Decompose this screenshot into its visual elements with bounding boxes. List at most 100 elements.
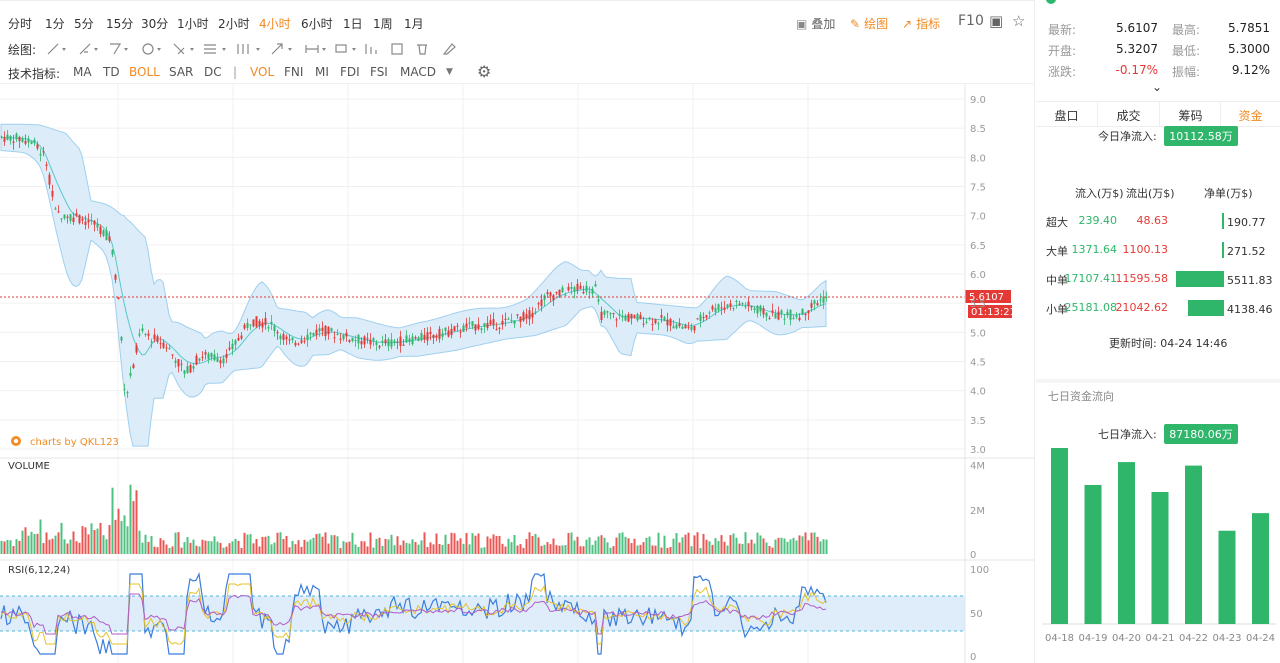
volume-bar: [210, 541, 213, 554]
candle-body: [642, 323, 645, 325]
volume-bar: [765, 542, 768, 554]
volume-bar: [525, 539, 528, 554]
candle-body: [486, 323, 489, 328]
period-5[interactable]: 30分: [141, 15, 168, 32]
candle-body: [294, 342, 297, 346]
more-indicators-chevron-icon[interactable]: ▼: [446, 67, 453, 77]
indicator-boll[interactable]: BOLL: [129, 65, 160, 79]
volume-bar: [324, 532, 327, 554]
volume-bar: [228, 543, 231, 554]
candle-body: [120, 336, 123, 341]
tab-funds[interactable]: 资金: [1220, 107, 1280, 124]
period-4[interactable]: 15分: [106, 15, 133, 32]
candle-body: [666, 319, 669, 326]
volume-bar: [387, 539, 390, 554]
drawing-toolbar: 绘图:: [0, 38, 1035, 60]
volume-bar: [519, 544, 522, 554]
candle-body: [543, 295, 546, 300]
volume-bar: [120, 521, 123, 554]
latest-value: 5.6107: [1116, 21, 1158, 35]
layers-icon: ▣: [796, 17, 808, 31]
tab-chips[interactable]: 筹码: [1160, 107, 1221, 124]
indicator-fni[interactable]: FNI: [284, 65, 303, 79]
status-dot-icon: [1046, 0, 1056, 4]
indicator-sar[interactable]: SAR: [169, 65, 193, 79]
indicator-button[interactable]: ↗ 指标: [902, 15, 940, 32]
candle-body: [696, 318, 699, 320]
low-value: 5.3000: [1228, 42, 1270, 56]
settings-gear-icon[interactable]: ⚙: [477, 62, 491, 81]
candle-body: [390, 339, 393, 347]
draw-button[interactable]: ✎ 绘图: [850, 15, 888, 32]
overlay-button[interactable]: ▣ 叠加: [796, 15, 835, 32]
tab-trades[interactable]: 成交: [1098, 107, 1159, 124]
seven-day-date-label: 04-21: [1145, 633, 1174, 644]
candle-body: [186, 366, 189, 373]
indicator-mi[interactable]: MI: [315, 65, 329, 79]
period-7[interactable]: 2小时: [218, 15, 250, 32]
period-3[interactable]: 5分: [74, 15, 94, 32]
kline-chart-svg[interactable]: 5.6107 01:13:21 9.08.58.07.57.06.56.05.5…: [0, 84, 1035, 663]
candle-body: [435, 336, 438, 338]
volume-bar: [90, 523, 93, 554]
volume-bar: [315, 534, 318, 554]
period-8[interactable]: 4小时: [259, 15, 291, 32]
volume-bar: [459, 538, 462, 554]
candle-body: [327, 326, 330, 335]
candle-body: [318, 328, 321, 332]
indicator-fdi[interactable]: FDI: [340, 65, 360, 79]
indicator-dc[interactable]: DC: [204, 65, 222, 79]
main-y-axis: 9.0 8.5 8.0 7.5 7.0 6.5 6.0 5.5 5.0 4.5 4.0 3.5 3.0: [970, 95, 986, 456]
candle-body: [510, 319, 513, 321]
candle-body: [792, 317, 795, 319]
low-label: 最低:: [1172, 44, 1201, 58]
candle-body: [291, 337, 294, 341]
seven-day-bars: 04-18 04-19 04-20 04-21 04-22 04-23 04-24: [1045, 448, 1275, 644]
fullscreen-icon[interactable]: ▣: [989, 12, 1003, 30]
volume-bar: [699, 547, 702, 554]
indicator-fsi[interactable]: FSI: [370, 65, 388, 79]
candle-body: [477, 324, 480, 329]
period-2[interactable]: 1分: [45, 15, 65, 32]
volume-bar: [537, 537, 540, 554]
f10-button[interactable]: F10: [958, 13, 984, 29]
tab-orderbook[interactable]: 盘口: [1036, 107, 1097, 124]
candle-body: [519, 316, 522, 322]
indicator-td[interactable]: TD: [103, 65, 120, 79]
volume-bar: [69, 539, 72, 554]
chart-area[interactable]: 5.6107 01:13:21 9.0 8.5 8.0 7.5 7.0 6.5 6.0 5.5…: [0, 84, 1035, 663]
col-out-header: 流出(万$): [1126, 187, 1175, 200]
period-10[interactable]: 1日: [343, 15, 363, 32]
volume-bar: [801, 536, 804, 554]
volume-bar: [468, 544, 471, 554]
volume-bar: [669, 547, 672, 554]
candle-body: [24, 140, 27, 144]
volume-bar: [60, 522, 63, 554]
candle-body: [342, 334, 345, 340]
volume-bar: [168, 547, 171, 554]
period-6[interactable]: 1小时: [177, 15, 209, 32]
volume-bar: [291, 540, 294, 554]
period-11[interactable]: 1周: [373, 15, 393, 32]
period-1[interactable]: 分时: [8, 15, 32, 32]
candle-body: [735, 300, 738, 302]
volume-bar: [18, 540, 21, 554]
volume-bar: [414, 542, 417, 554]
star-icon[interactable]: ☆: [1012, 12, 1025, 30]
volume-bar: [456, 540, 459, 554]
candle-body: [603, 311, 606, 315]
open-value: 5.3207: [1116, 42, 1158, 56]
indicator-macd[interactable]: MACD: [400, 65, 436, 79]
seven-day-bar: [1084, 484, 1102, 624]
volume-bar: [594, 540, 597, 554]
period-12[interactable]: 1月: [404, 15, 424, 32]
candle-body: [444, 327, 447, 331]
candle-body: [60, 218, 63, 220]
volume-bar: [240, 547, 243, 554]
indicator-ma[interactable]: MA: [73, 65, 92, 79]
indicator-vol[interactable]: VOL: [250, 65, 274, 79]
period-9[interactable]: 6小时: [301, 15, 333, 32]
candle-body: [816, 303, 819, 306]
volume-bar: [108, 525, 111, 554]
expand-chevron-icon[interactable]: ⌄: [1152, 80, 1162, 94]
